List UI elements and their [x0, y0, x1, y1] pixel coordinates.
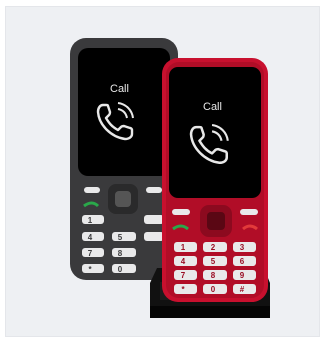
front-key-4: 4 [181, 257, 186, 266]
front-phone: Call 1 2 3 4 5 6 7 8 9 * 0 # [162, 58, 268, 302]
back-phone-screen-label: Call [110, 83, 129, 95]
back-key-0: 0 [118, 265, 123, 274]
back-key-1: 1 [88, 216, 93, 225]
front-key-8: 8 [211, 271, 216, 280]
front-key-9: 9 [240, 271, 245, 280]
back-phone: Call 1 4 7 * 5 8 0 [70, 38, 178, 280]
front-key-0: 0 [211, 285, 216, 294]
front-key-hash: # [240, 285, 245, 294]
back-key-8: 8 [118, 249, 123, 258]
back-key-5: 5 [118, 233, 123, 242]
back-key-4: 4 [88, 233, 93, 242]
front-key-3: 3 [240, 243, 245, 252]
front-key-6: 6 [240, 257, 245, 266]
phones-illustration: Call 1 4 7 * 5 8 0 Call 1 2 3 4 5 6 7 8 … [70, 38, 270, 318]
front-key-2: 2 [211, 243, 216, 252]
front-key-1: 1 [181, 243, 186, 252]
back-key-7: 7 [88, 249, 93, 258]
front-phone-screen-label: Call [203, 101, 222, 113]
front-key-7: 7 [181, 271, 186, 280]
front-key-5: 5 [211, 257, 216, 266]
